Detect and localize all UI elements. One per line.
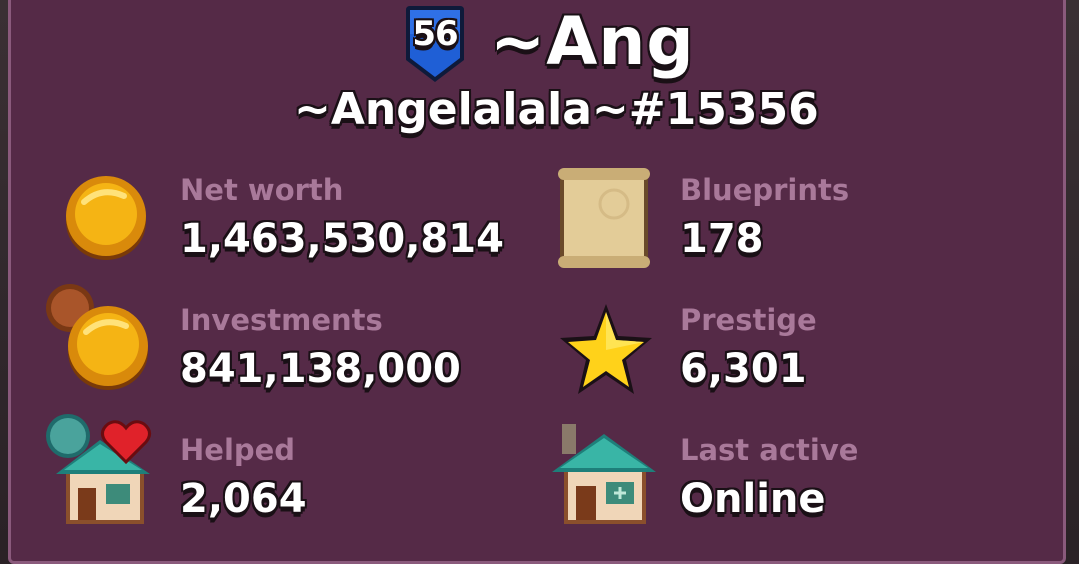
helped-label: Helped	[180, 433, 296, 467]
gold-coin-icon	[66, 176, 146, 260]
prestige-label: Prestige	[680, 303, 817, 337]
last-active-value: Online	[680, 476, 826, 522]
level-number: 56	[412, 14, 458, 54]
right-edge	[1066, 0, 1079, 551]
blueprints-label: Blueprints	[680, 173, 850, 207]
blueprints-value: 178	[680, 216, 764, 262]
blueprint-scroll-icon	[558, 168, 650, 268]
player-tag: ~Angelalala~#15356	[294, 84, 819, 135]
shop-icon	[552, 424, 656, 524]
shop-heart-icon	[46, 414, 151, 524]
investments-value: 841,138,000	[180, 346, 461, 392]
helped-value: 2,064	[180, 476, 307, 522]
last-active-label: Last active	[680, 433, 859, 467]
net-worth-value: 1,463,530,814	[180, 216, 504, 262]
investment-coins-icon	[46, 284, 148, 390]
left-edge	[0, 0, 8, 551]
net-worth-label: Net worth	[180, 173, 344, 207]
player-name: ~Ang	[490, 3, 695, 80]
investments-label: Investments	[180, 303, 383, 337]
star-icon	[560, 304, 652, 394]
prestige-value: 6,301	[680, 346, 807, 392]
